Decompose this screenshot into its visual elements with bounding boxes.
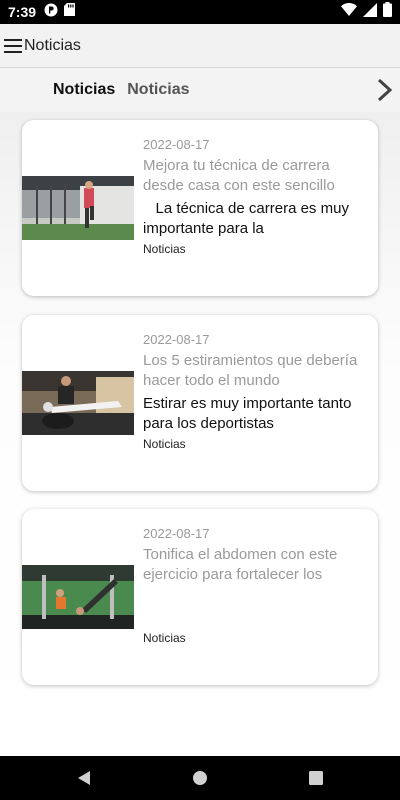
wifi-icon — [341, 3, 357, 21]
status-bar: 7:39 — [0, 0, 400, 24]
article-thumbnail — [22, 371, 134, 435]
card-body: 2022-08-17 Mejora tu técnica de carrera … — [143, 137, 369, 257]
app-bar: Noticias — [0, 24, 400, 68]
article-date: 2022-08-17 — [143, 332, 210, 347]
article-category: Noticias — [143, 242, 186, 256]
article-date: 2022-08-17 — [143, 526, 210, 541]
status-time: 7:39 — [8, 4, 37, 20]
article-title[interactable]: Tonifica el abdomen con este ejercicio p… — [143, 545, 369, 585]
battery-icon — [383, 2, 392, 22]
article-excerpt: La técnica de carrera es muy importante … — [143, 200, 354, 237]
article-category: Noticias — [143, 631, 186, 645]
tab-strip: Noticias Noticias — [0, 68, 400, 112]
article-excerpt — [143, 588, 369, 628]
article-thumbnail — [22, 176, 134, 240]
system-nav-bar — [0, 756, 400, 800]
card-body: 2022-08-17 Tonifica el abdomen con este … — [143, 526, 369, 646]
sd-card-icon — [64, 3, 76, 21]
article-thumbnail — [22, 565, 134, 629]
article-title[interactable]: Mejora tu técnica de carrera desde casa … — [143, 156, 369, 196]
news-card[interactable]: 2022-08-17 Mejora tu técnica de carrera … — [22, 120, 378, 296]
page-title: Noticias — [24, 36, 81, 54]
news-card[interactable]: 2022-08-17 Los 5 estiramientos que deber… — [22, 315, 378, 491]
news-card[interactable]: 2022-08-17 Tonifica el abdomen con este … — [22, 509, 378, 685]
news-list: 2022-08-17 Mejora tu técnica de carrera … — [0, 112, 400, 756]
tab-noticias[interactable]: Noticias — [121, 81, 195, 99]
signal-icon — [363, 2, 377, 22]
article-category: Noticias — [143, 437, 186, 451]
tab-noticias-active[interactable]: Noticias — [47, 81, 121, 99]
article-date: 2022-08-17 — [143, 137, 210, 152]
recents-square-icon[interactable] — [306, 768, 326, 788]
card-body: 2022-08-17 Los 5 estiramientos que deber… — [143, 332, 369, 452]
back-triangle-icon[interactable] — [74, 768, 94, 788]
article-title[interactable]: Los 5 estiramientos que debería hacer to… — [143, 351, 369, 391]
article-excerpt: Estirar es muy importante tanto para los… — [143, 395, 352, 432]
chevron-right-icon[interactable] — [374, 78, 394, 102]
notification-p-icon — [44, 3, 58, 22]
hamburger-menu-icon[interactable] — [2, 35, 24, 57]
home-circle-icon[interactable] — [190, 768, 210, 788]
